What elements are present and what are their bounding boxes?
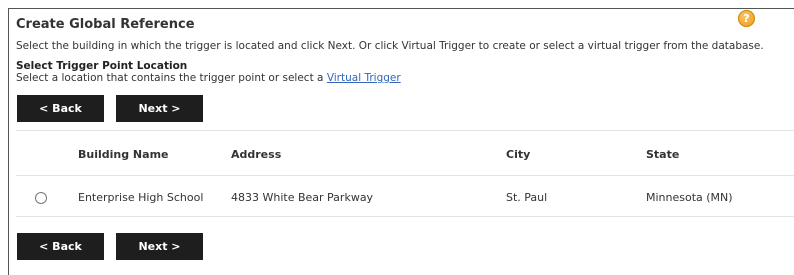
next-button-bottom[interactable]: Next > [116, 233, 203, 260]
back-button-bottom[interactable]: < Back [17, 233, 104, 260]
row-select-radio[interactable] [35, 192, 47, 204]
section-text: Select a location that contains the trig… [16, 72, 401, 84]
column-header-city: City [506, 148, 531, 161]
section-heading: Select Trigger Point Location [16, 60, 188, 72]
column-header-address: Address [231, 148, 282, 161]
next-button-top[interactable]: Next > [116, 95, 203, 122]
table-divider [16, 175, 794, 176]
cell-state: Minnesota (MN) [646, 191, 733, 204]
page-title: Create Global Reference [16, 17, 195, 32]
instructions-text: Select the building in which the trigger… [16, 40, 764, 52]
cell-city: St. Paul [506, 191, 548, 204]
back-button-top[interactable]: < Back [17, 95, 104, 122]
help-icon[interactable]: ? [738, 10, 755, 27]
cell-building-name: Enterprise High School [78, 191, 204, 204]
table-divider [16, 216, 794, 217]
section-text-label: Select a location that contains the trig… [16, 72, 327, 84]
table-divider [16, 130, 794, 131]
cell-address: 4833 White Bear Parkway [231, 191, 374, 204]
column-header-state: State [646, 148, 680, 161]
virtual-trigger-link[interactable]: Virtual Trigger [327, 72, 401, 84]
column-header-building-name: Building Name [78, 148, 169, 161]
